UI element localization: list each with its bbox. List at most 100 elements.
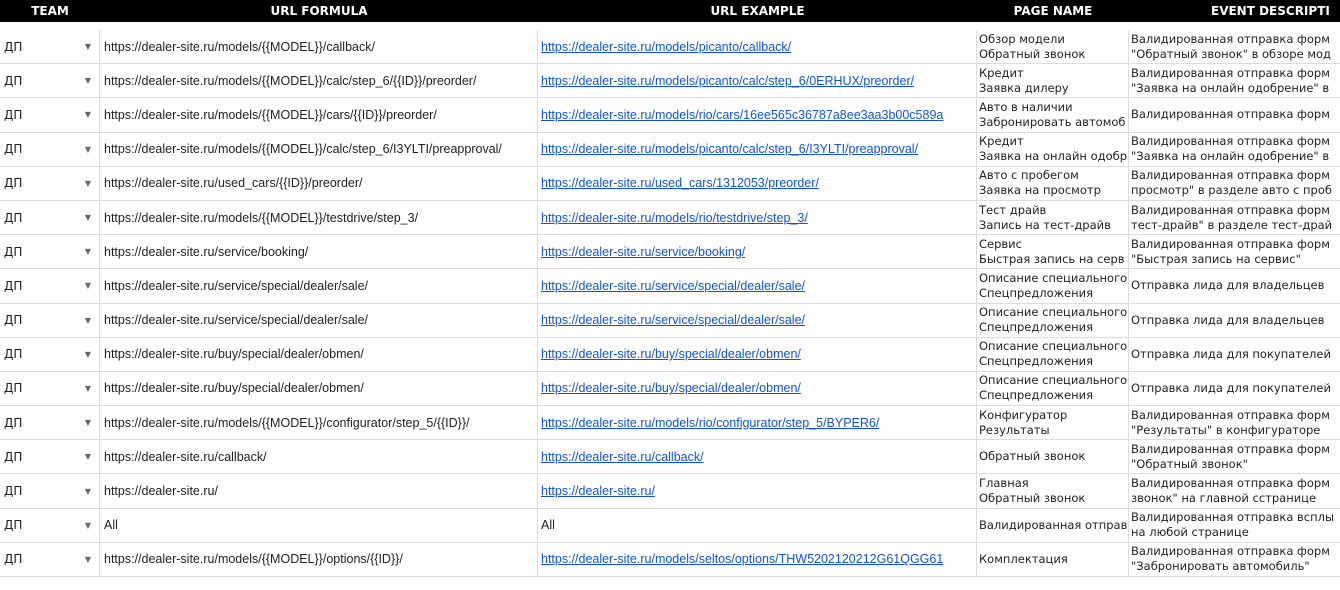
team-cell[interactable]: ДП ▼ <box>0 542 100 576</box>
dropdown-arrow-icon[interactable]: ▼ <box>85 350 91 359</box>
url-example-cell[interactable]: https://dealer-site.ru/models/rio/cars/1… <box>538 98 977 132</box>
event-description-cell[interactable]: Отправка лида для покупателей <box>1129 338 1340 371</box>
url-example-cell[interactable]: https://dealer-site.ru/models/picanto/ca… <box>538 64 977 98</box>
table-row[interactable]: ДП ▼ All All Валидированная отправ Валид… <box>0 508 1340 543</box>
table-row[interactable]: ДП ▼ https://dealer-site.ru/models/{{MOD… <box>0 132 1340 167</box>
url-example-cell[interactable]: https://dealer-site.ru/models/seltos/opt… <box>538 542 977 576</box>
table-row[interactable]: ДП ▼ https://dealer-site.ru/models/{{MOD… <box>0 98 1340 133</box>
event-description-cell[interactable]: Валидированная отправка форм звонок" на … <box>1129 474 1340 507</box>
url-formula-cell[interactable]: https://dealer-site.ru/models/{{MODEL}}/… <box>100 98 538 132</box>
header-url-example[interactable]: URL EXAMPLE <box>538 0 977 22</box>
dropdown-arrow-icon[interactable]: ▼ <box>85 247 91 256</box>
event-description-cell[interactable]: Отправка лида для покупателей <box>1129 372 1340 405</box>
url-formula-cell[interactable]: https://dealer-site.ru/models/{{MODEL}}/… <box>100 64 538 98</box>
page-name-cell[interactable]: Описание специального Спецпредложения <box>977 269 1129 303</box>
team-cell[interactable]: ДП ▼ <box>0 166 100 200</box>
team-cell[interactable]: ДП ▼ <box>0 508 100 542</box>
url-example-link[interactable]: https://dealer-site.ru/ <box>541 484 655 498</box>
dropdown-arrow-icon[interactable]: ▼ <box>85 76 91 85</box>
url-formula-cell[interactable]: https://dealer-site.ru/service/special/d… <box>100 303 538 337</box>
event-description-cell[interactable]: Валидированная отправка форм <box>1129 98 1340 131</box>
url-example-link[interactable]: https://dealer-site.ru/models/picanto/ca… <box>541 74 914 88</box>
dropdown-arrow-icon[interactable]: ▼ <box>85 384 91 393</box>
dropdown-arrow-icon[interactable]: ▼ <box>85 145 91 154</box>
dropdown-arrow-icon[interactable]: ▼ <box>85 418 91 427</box>
event-description-cell[interactable]: Валидированная отправка форм "Заявка на … <box>1129 64 1340 97</box>
url-example-link[interactable]: https://dealer-site.ru/service/special/d… <box>541 313 805 327</box>
url-example-link[interactable]: https://dealer-site.ru/buy/special/deale… <box>541 347 801 361</box>
url-example-cell[interactable]: https://dealer-site.ru/used_cars/1312053… <box>538 166 977 200</box>
page-name-cell[interactable]: Конфигуратор Результаты <box>977 406 1129 440</box>
dropdown-arrow-icon[interactable]: ▼ <box>85 179 91 188</box>
url-example-link[interactable]: https://dealer-site.ru/buy/special/deale… <box>541 381 801 395</box>
url-formula-cell[interactable]: https://dealer-site.ru/models/{{MODEL}}/… <box>100 542 538 576</box>
url-example-cell[interactable]: https://dealer-site.ru/service/booking/ <box>538 235 977 269</box>
table-row[interactable]: ДП ▼ https://dealer-site.ru/models/{{MOD… <box>0 542 1340 577</box>
url-formula-cell[interactable]: https://dealer-site.ru/models/{{MODEL}}/… <box>100 406 538 440</box>
dropdown-arrow-icon[interactable]: ▼ <box>85 42 91 51</box>
table-row[interactable]: ДП ▼ https://dealer-site.ru/models/{{MOD… <box>0 200 1340 236</box>
event-description-cell[interactable]: Валидированная отправка форм "Результаты… <box>1129 406 1340 439</box>
url-example-link[interactable]: https://dealer-site.ru/models/rio/testdr… <box>541 211 808 225</box>
url-example-cell[interactable]: https://dealer-site.ru/models/picanto/ca… <box>538 30 977 64</box>
url-example-cell[interactable]: https://dealer-site.ru/service/special/d… <box>538 269 977 303</box>
url-formula-cell[interactable]: All <box>100 508 538 542</box>
team-cell[interactable]: ДП ▼ <box>0 132 100 166</box>
page-name-cell[interactable]: Авто с пробегом Заявка на просмотр <box>977 166 1129 200</box>
url-formula-cell[interactable]: https://dealer-site.ru/buy/special/deale… <box>100 371 538 406</box>
url-example-link[interactable]: https://dealer-site.ru/models/rio/cars/1… <box>541 108 943 122</box>
event-description-cell[interactable]: Валидированная отправка всплы на любой с… <box>1129 509 1340 542</box>
team-cell[interactable]: ДП ▼ <box>0 337 100 371</box>
event-description-cell[interactable]: Отправка лида для владельцев <box>1129 304 1340 337</box>
team-cell[interactable]: ДП ▼ <box>0 200 100 235</box>
url-example-cell[interactable]: https://dealer-site.ru/models/picanto/ca… <box>538 132 977 166</box>
url-formula-cell[interactable]: https://dealer-site.ru/service/special/d… <box>100 269 538 303</box>
url-example-link[interactable]: https://dealer-site.ru/service/booking/ <box>541 245 745 259</box>
event-description-cell[interactable]: Валидированная отправка форм "Заявка на … <box>1129 133 1340 166</box>
page-name-cell[interactable]: Описание специального Спецпредложения <box>977 303 1129 337</box>
page-name-cell[interactable]: Сервис Быстрая запись на серв <box>977 235 1129 269</box>
dropdown-arrow-icon[interactable]: ▼ <box>85 213 91 222</box>
url-example-link[interactable]: https://dealer-site.ru/models/seltos/opt… <box>541 552 943 566</box>
url-example-link[interactable]: https://dealer-site.ru/service/special/d… <box>541 279 805 293</box>
url-example-cell[interactable]: https://dealer-site.ru/models/rio/testdr… <box>538 200 977 235</box>
team-cell[interactable]: ДП ▼ <box>0 64 100 98</box>
url-example-cell[interactable]: https://dealer-site.ru/buy/special/deale… <box>538 337 977 371</box>
event-description-cell[interactable]: Валидированная отправка форм "Обратный з… <box>1129 30 1340 63</box>
header-url-formula[interactable]: URL FORMULA <box>100 0 538 22</box>
url-example-link[interactable]: https://dealer-site.ru/models/picanto/ca… <box>541 40 791 54</box>
url-example-cell[interactable]: https://dealer-site.ru/callback/ <box>538 440 977 474</box>
page-name-cell[interactable]: Тест драйв Запись на тест-драйв <box>977 200 1129 235</box>
event-description-cell[interactable]: Отправка лида для владельцев <box>1129 269 1340 302</box>
dropdown-arrow-icon[interactable]: ▼ <box>85 555 91 564</box>
header-team[interactable]: TEAM <box>0 0 100 22</box>
page-name-cell[interactable]: Кредит Заявка дилеру <box>977 64 1129 98</box>
page-name-cell[interactable]: Главная Обратный звонок <box>977 474 1129 508</box>
team-cell[interactable]: ДП ▼ <box>0 235 100 269</box>
team-cell[interactable]: ДП ▼ <box>0 30 100 64</box>
event-description-cell[interactable]: Валидированная отправка форм "Заброниров… <box>1129 543 1340 576</box>
page-name-cell[interactable]: Кредит Заявка на онлайн одобр <box>977 132 1129 166</box>
team-cell[interactable]: ДП ▼ <box>0 440 100 474</box>
event-description-cell[interactable]: Валидированная отправка форм "Обратный з… <box>1129 440 1340 473</box>
url-formula-cell[interactable]: https://dealer-site.ru/service/booking/ <box>100 235 538 269</box>
team-cell[interactable]: ДП ▼ <box>0 474 100 508</box>
dropdown-arrow-icon[interactable]: ▼ <box>85 281 91 290</box>
table-row[interactable]: ДП ▼ https://dealer-site.ru/used_cars/{{… <box>0 166 1340 201</box>
team-cell[interactable]: ДП ▼ <box>0 303 100 337</box>
page-name-cell[interactable]: Обзор модели Обратный звонок <box>977 30 1129 64</box>
team-cell[interactable]: ДП ▼ <box>0 371 100 406</box>
header-page-name[interactable]: PAGE NAME <box>977 0 1129 22</box>
page-name-cell[interactable]: Комплектация <box>977 542 1129 576</box>
table-row[interactable]: ДП ▼ https://dealer-site.ru/callback/ ht… <box>0 440 1340 475</box>
event-description-cell[interactable]: Валидированная отправка форм просмотр" в… <box>1129 167 1340 200</box>
dropdown-arrow-icon[interactable]: ▼ <box>85 316 91 325</box>
url-example-cell[interactable]: https://dealer-site.ru/ <box>538 474 977 508</box>
url-formula-cell[interactable]: https://dealer-site.ru/models/{{MODEL}}/… <box>100 200 538 235</box>
table-row[interactable]: ДП ▼ https://dealer-site.ru/service/spec… <box>0 269 1340 304</box>
dropdown-arrow-icon[interactable]: ▼ <box>85 110 91 119</box>
url-example-link[interactable]: https://dealer-site.ru/callback/ <box>541 450 704 464</box>
header-event-description[interactable]: EVENT DESCRIPTI <box>1129 0 1340 22</box>
url-example-cell[interactable]: https://dealer-site.ru/service/special/d… <box>538 303 977 337</box>
url-example-cell[interactable]: https://dealer-site.ru/buy/special/deale… <box>538 371 977 406</box>
